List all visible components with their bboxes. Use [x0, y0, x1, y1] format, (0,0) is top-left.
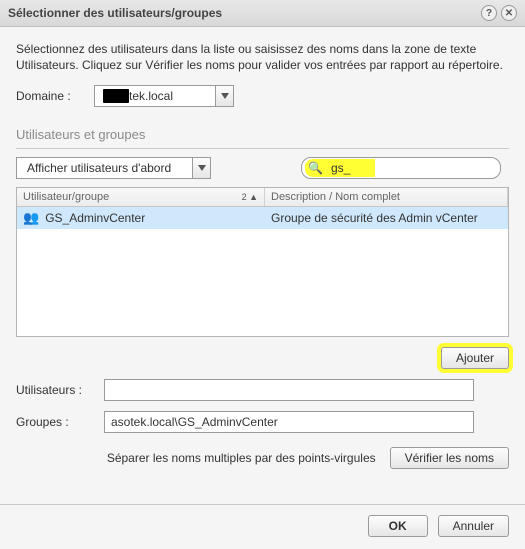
groups-field-row: Groupes :: [16, 411, 509, 433]
select-users-groups-dialog: Sélectionner des utilisateurs/groupes ? …: [0, 0, 525, 549]
cancel-button[interactable]: Annuler: [438, 515, 509, 537]
add-row: Ajouter: [16, 337, 509, 379]
add-button[interactable]: Ajouter: [441, 347, 509, 369]
domain-label: Domaine :: [16, 89, 94, 103]
groups-input[interactable]: [104, 411, 474, 433]
group-icon: 👥: [23, 210, 39, 226]
domain-masked-prefix: ---: [103, 89, 129, 103]
search-input[interactable]: [329, 160, 490, 176]
results-table: Utilisateur/groupe 2 ▲ Description / Nom…: [16, 187, 509, 337]
intro-text: Sélectionnez des utilisateurs dans la li…: [16, 41, 509, 73]
users-field-row: Utilisateurs :: [16, 379, 509, 401]
sort-indicator: 2 ▲: [242, 192, 258, 202]
col-user-group[interactable]: Utilisateur/groupe 2 ▲: [17, 188, 265, 206]
search-icon: 🔍: [308, 161, 323, 175]
help-icon[interactable]: ?: [481, 5, 497, 21]
chevron-down-icon[interactable]: [192, 158, 210, 178]
cell-name: 👥 GS_AdminvCenter: [17, 210, 265, 226]
titlebar-controls: ? ✕: [481, 5, 517, 21]
domain-suffix: tek.local: [129, 89, 173, 103]
dialog-footer: OK Annuler: [0, 505, 525, 549]
section-divider: [16, 148, 509, 149]
display-order-value: Afficher utilisateurs d'abord: [17, 158, 192, 178]
table-header: Utilisateur/groupe 2 ▲ Description / Nom…: [17, 188, 508, 207]
users-input[interactable]: [104, 379, 474, 401]
ok-button[interactable]: OK: [368, 515, 428, 537]
domain-value: ---tek.local: [95, 86, 215, 106]
close-icon[interactable]: ✕: [501, 5, 517, 21]
section-title: Utilisateurs et groupes: [16, 127, 509, 142]
separator-hint: Séparer les noms multiples par des point…: [107, 451, 376, 465]
groups-label: Groupes :: [16, 415, 104, 429]
search-box[interactable]: 🔍: [301, 157, 501, 179]
users-label: Utilisateurs :: [16, 383, 104, 397]
domain-row: Domaine : ---tek.local: [16, 85, 509, 107]
col-description[interactable]: Description / Nom complet: [265, 188, 508, 206]
chevron-down-icon[interactable]: [215, 86, 233, 106]
domain-dropdown[interactable]: ---tek.local: [94, 85, 234, 107]
dialog-content: Sélectionnez des utilisateurs dans la li…: [0, 27, 525, 504]
titlebar: Sélectionner des utilisateurs/groupes ? …: [0, 0, 525, 27]
verify-names-button[interactable]: Vérifier les noms: [390, 447, 509, 469]
cell-description: Groupe de sécurité des Admin vCenter: [265, 211, 508, 225]
filter-row: Afficher utilisateurs d'abord 🔍: [16, 157, 509, 179]
display-order-dropdown[interactable]: Afficher utilisateurs d'abord: [16, 157, 211, 179]
verify-row: Séparer les noms multiples par des point…: [16, 447, 509, 469]
table-row[interactable]: 👥 GS_AdminvCenter Groupe de sécurité des…: [17, 207, 508, 229]
table-body: 👥 GS_AdminvCenter Groupe de sécurité des…: [17, 207, 508, 336]
dialog-title: Sélectionner des utilisateurs/groupes: [8, 6, 222, 20]
